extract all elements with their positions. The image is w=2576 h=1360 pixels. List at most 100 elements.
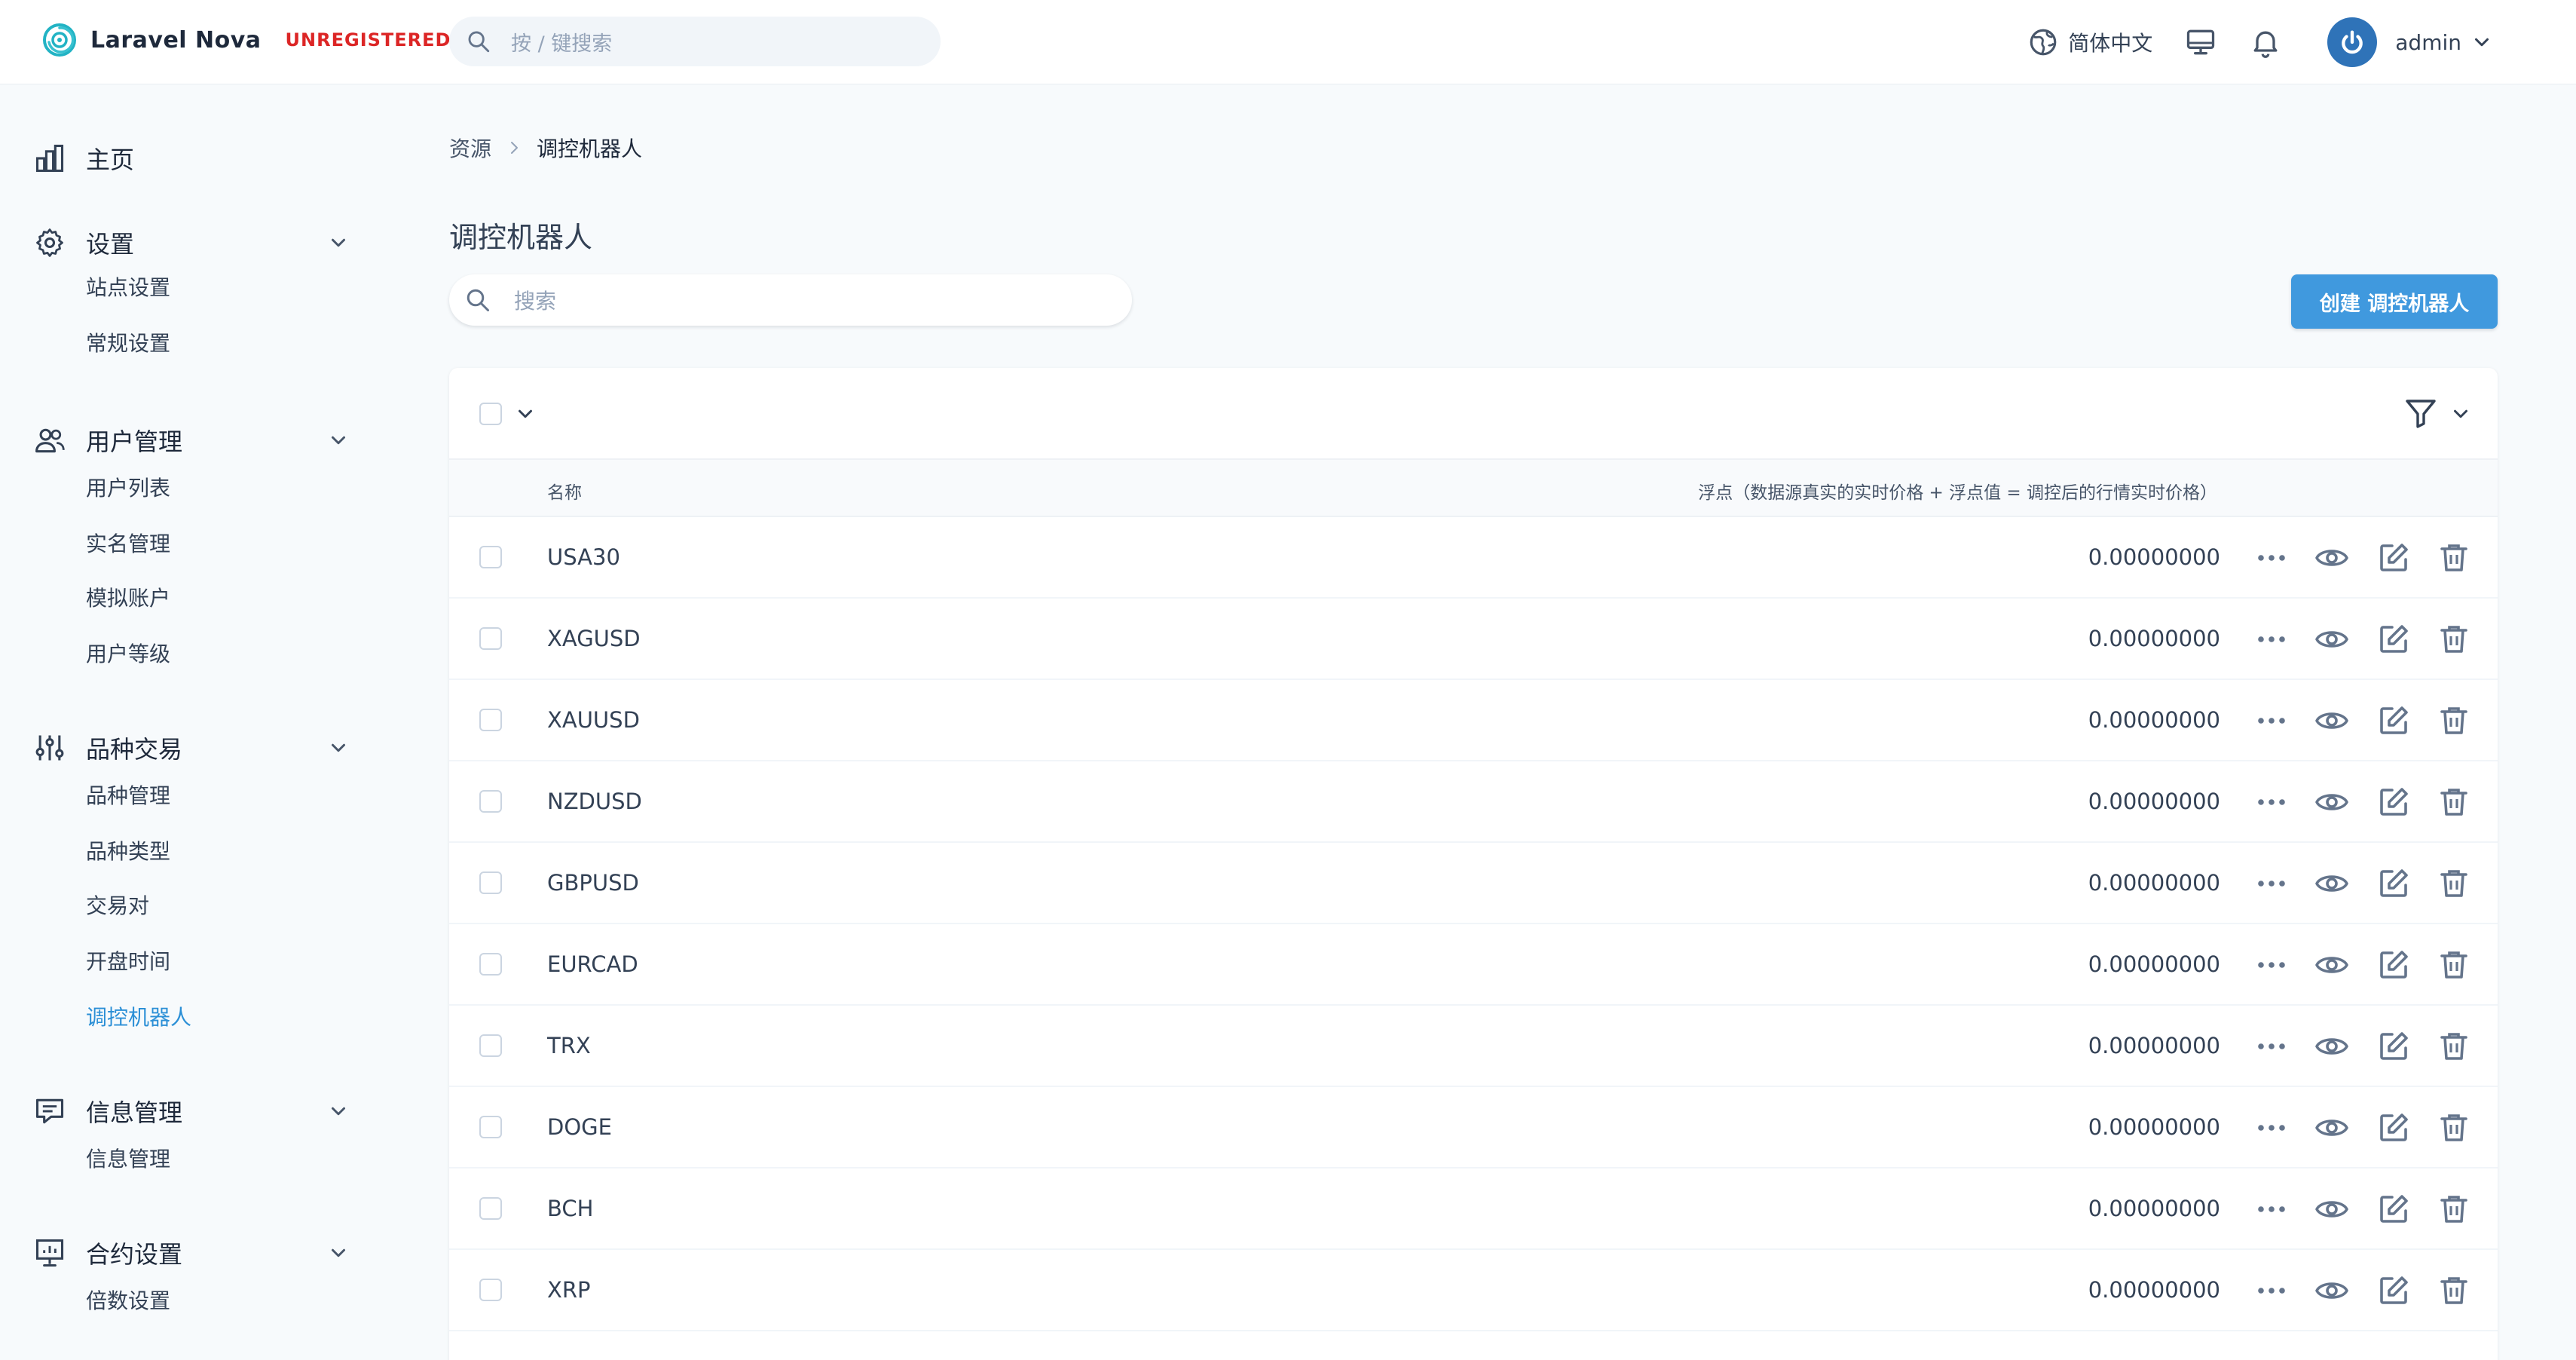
- sidebar-item-general-settings[interactable]: 常规设置: [86, 329, 170, 359]
- cell-name[interactable]: EURCAD: [547, 951, 638, 977]
- delete-icon[interactable]: [2436, 947, 2472, 983]
- row-checkbox[interactable]: [479, 1279, 502, 1301]
- table-row[interactable]: USA30 0.00000000: [449, 517, 2498, 599]
- sidebar-group-header-trading[interactable]: 品种交易: [33, 728, 350, 767]
- create-robot-button[interactable]: 创建 调控机器人: [2291, 274, 2498, 329]
- edit-icon[interactable]: [2376, 1110, 2412, 1146]
- delete-icon[interactable]: [2436, 1191, 2472, 1227]
- view-icon[interactable]: [2314, 865, 2350, 902]
- cell-name[interactable]: XAUUSD: [547, 707, 640, 733]
- more-actions-icon[interactable]: [2253, 865, 2290, 902]
- edit-icon[interactable]: [2376, 703, 2412, 739]
- delete-icon[interactable]: [2436, 703, 2472, 739]
- delete-icon[interactable]: [2436, 621, 2472, 657]
- more-actions-icon[interactable]: [2253, 1273, 2290, 1309]
- sidebar-group-header-messages[interactable]: 信息管理: [33, 1092, 350, 1131]
- table-row[interactable]: XRP 0.00000000: [449, 1250, 2498, 1331]
- more-actions-icon[interactable]: [2253, 1028, 2290, 1064]
- app-logo[interactable]: Laravel Nova UNREGISTERED: [41, 21, 451, 59]
- sidebar-item-site-settings[interactable]: 站点设置: [86, 273, 170, 303]
- chevron-down-icon[interactable]: [2449, 403, 2472, 425]
- delete-icon[interactable]: [2436, 784, 2472, 820]
- row-checkbox[interactable]: [479, 546, 502, 568]
- bell-icon[interactable]: [2249, 26, 2282, 59]
- sidebar-item-control-robot[interactable]: 调控机器人: [86, 1003, 191, 1033]
- more-actions-icon[interactable]: [2253, 540, 2290, 576]
- edit-icon[interactable]: [2376, 621, 2412, 657]
- cell-name[interactable]: XRP: [547, 1277, 591, 1303]
- more-actions-icon[interactable]: [2253, 1191, 2290, 1227]
- chevron-down-icon[interactable]: [2470, 31, 2493, 54]
- sidebar-group-header-users[interactable]: 用户管理: [33, 421, 350, 460]
- monitor-icon[interactable]: [2184, 26, 2217, 59]
- table-row[interactable]: XAUUSD 0.00000000: [449, 680, 2498, 761]
- table-row[interactable]: NZDUSD 0.00000000: [449, 761, 2498, 843]
- row-checkbox[interactable]: [479, 1034, 502, 1057]
- delete-icon[interactable]: [2436, 1110, 2472, 1146]
- chevron-down-icon[interactable]: [514, 403, 537, 425]
- cell-name[interactable]: BCH: [547, 1196, 593, 1221]
- more-actions-icon[interactable]: [2253, 1110, 2290, 1146]
- cell-name[interactable]: GBPUSD: [547, 870, 639, 896]
- cell-name[interactable]: USA30: [547, 544, 620, 570]
- view-icon[interactable]: [2314, 947, 2350, 983]
- view-icon[interactable]: [2314, 621, 2350, 657]
- sidebar-item-symbols[interactable]: 品种管理: [86, 781, 170, 811]
- view-icon[interactable]: [2314, 784, 2350, 820]
- user-name[interactable]: admin: [2395, 30, 2461, 55]
- delete-icon[interactable]: [2436, 1273, 2472, 1309]
- sidebar-item-opening-hours[interactable]: 开盘时间: [86, 947, 170, 977]
- edit-icon[interactable]: [2376, 865, 2412, 902]
- cell-name[interactable]: TRX: [547, 1033, 591, 1058]
- more-actions-icon[interactable]: [2253, 947, 2290, 983]
- view-icon[interactable]: [2314, 540, 2350, 576]
- sidebar-item-symbol-types[interactable]: 品种类型: [86, 837, 170, 867]
- view-icon[interactable]: [2314, 703, 2350, 739]
- cell-name[interactable]: DOGE: [547, 1114, 612, 1140]
- global-search-input[interactable]: 按 / 键搜索: [449, 17, 941, 66]
- cell-name[interactable]: NZDUSD: [547, 789, 642, 814]
- delete-icon[interactable]: [2436, 865, 2472, 902]
- row-checkbox[interactable]: [479, 1197, 502, 1220]
- edit-icon[interactable]: [2376, 1028, 2412, 1064]
- sidebar-group-header-contract[interactable]: 合约设置: [33, 1233, 350, 1273]
- view-icon[interactable]: [2314, 1191, 2350, 1227]
- sidebar-item-message-management[interactable]: 信息管理: [86, 1144, 170, 1175]
- column-header-float[interactable]: 浮点（数据源真实的实时价格 + 浮点值 = 调控后的行情实时价格）: [1698, 478, 2217, 504]
- delete-icon[interactable]: [2436, 540, 2472, 576]
- filter-icon[interactable]: [2403, 395, 2439, 431]
- column-header-name[interactable]: 名称: [547, 478, 582, 504]
- view-icon[interactable]: [2314, 1110, 2350, 1146]
- row-checkbox[interactable]: [479, 1116, 502, 1138]
- select-all-checkbox[interactable]: [479, 403, 502, 425]
- edit-icon[interactable]: [2376, 1191, 2412, 1227]
- language-switcher[interactable]: 简体中文: [2027, 26, 2152, 58]
- sidebar-group-header-settings[interactable]: 设置: [33, 223, 350, 262]
- table-row[interactable]: TRX 0.00000000: [449, 1006, 2498, 1087]
- edit-icon[interactable]: [2376, 947, 2412, 983]
- row-checkbox[interactable]: [479, 790, 502, 813]
- sidebar-item-trading-pairs[interactable]: 交易对: [86, 891, 149, 921]
- edit-icon[interactable]: [2376, 540, 2412, 576]
- breadcrumb-resources[interactable]: 资源: [449, 133, 491, 163]
- more-actions-icon[interactable]: [2253, 621, 2290, 657]
- row-checkbox[interactable]: [479, 871, 502, 894]
- view-icon[interactable]: [2314, 1273, 2350, 1309]
- cell-name[interactable]: XAGUSD: [547, 626, 641, 651]
- edit-icon[interactable]: [2376, 784, 2412, 820]
- resource-search-input[interactable]: 搜索: [449, 274, 1132, 326]
- row-checkbox[interactable]: [479, 627, 502, 650]
- more-actions-icon[interactable]: [2253, 703, 2290, 739]
- table-row[interactable]: GBPUSD 0.00000000: [449, 843, 2498, 924]
- sidebar-item-home[interactable]: 主页: [33, 139, 350, 178]
- table-row[interactable]: DOGE 0.00000000: [449, 1087, 2498, 1169]
- sidebar-item-leverage[interactable]: 倍数设置: [86, 1286, 170, 1316]
- sidebar-item-demo-accounts[interactable]: 模拟账户: [86, 584, 170, 614]
- row-checkbox[interactable]: [479, 709, 502, 731]
- sidebar-item-user-levels[interactable]: 用户等级: [86, 639, 170, 669]
- view-icon[interactable]: [2314, 1028, 2350, 1064]
- sidebar-item-kyc[interactable]: 实名管理: [86, 529, 170, 559]
- sidebar-item-user-list[interactable]: 用户列表: [86, 473, 170, 504]
- table-row[interactable]: EURCAD 0.00000000: [449, 924, 2498, 1006]
- edit-icon[interactable]: [2376, 1273, 2412, 1309]
